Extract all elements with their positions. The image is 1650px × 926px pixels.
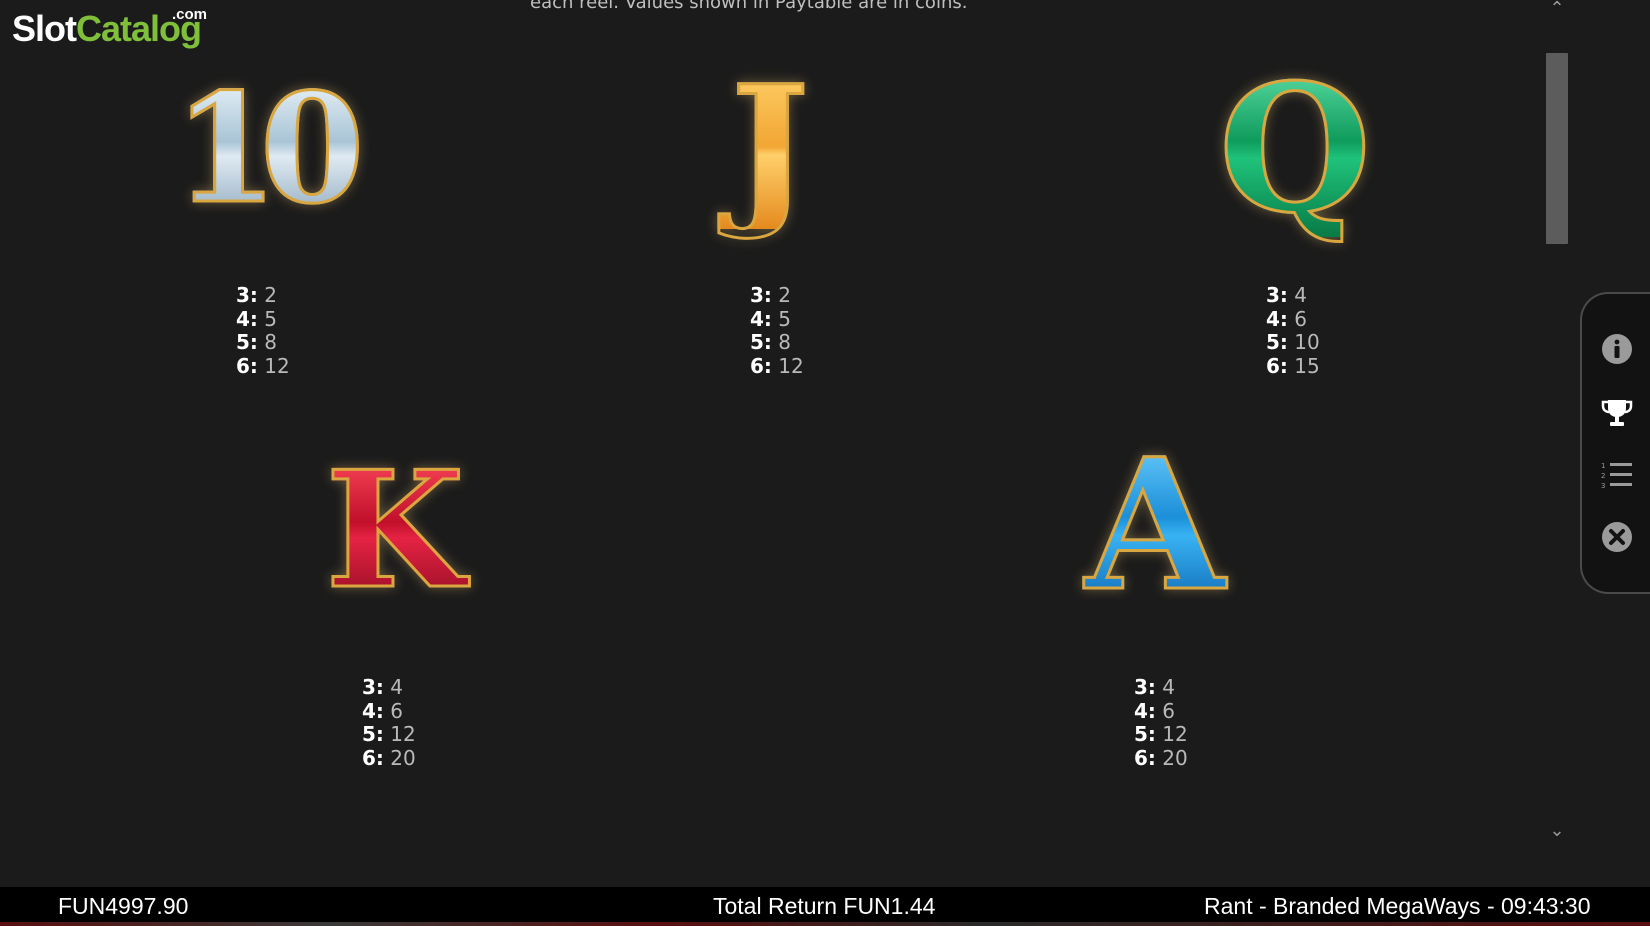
pay-value: 4 [1162, 675, 1176, 699]
paytable-intro-text: each reel. Values shown in Paytable are … [530, 0, 968, 13]
paytable-a: 3: 4 4: 6 5: 12 6: 20 [1134, 675, 1188, 771]
svg-text:1: 1 [1601, 462, 1605, 470]
info-icon [1602, 334, 1632, 364]
pay-value: 8 [778, 330, 792, 354]
pay-row: 6: 15 [1266, 353, 1320, 379]
pay-row: 3: 2 [750, 283, 804, 308]
numbered-list-icon: 1 2 3 [1601, 462, 1632, 490]
info-button[interactable] [1600, 332, 1634, 366]
paytable-list-button[interactable]: 1 2 3 [1600, 458, 1634, 492]
pay-row: 5: 12 [1134, 722, 1188, 747]
pay-count: 5: [362, 722, 384, 746]
pay-value: 12 [1162, 722, 1188, 746]
paytable-10: 3: 2 4: 5 5: 8 6: 12 [236, 283, 290, 379]
slotcatalog-logo: SlotCatalog .com [12, 6, 207, 50]
trophy-button[interactable] [1600, 396, 1634, 430]
symbol-k: K [305, 449, 485, 612]
pay-row: 5: 10 [1266, 330, 1320, 355]
pay-value: 6 [1162, 698, 1176, 723]
scroll-up-arrow-icon[interactable]: ⌃ [1548, 0, 1566, 19]
pay-count: 4: [362, 698, 384, 723]
pay-count: 3: [362, 675, 384, 699]
pay-count: 4: [750, 306, 772, 331]
pay-row: 5: 12 [362, 722, 416, 747]
close-icon [1602, 522, 1632, 552]
pay-row: 6: 12 [750, 353, 804, 379]
pay-value: 15 [1294, 353, 1320, 378]
close-button[interactable] [1600, 520, 1634, 554]
symbol-q: Q [1200, 61, 1390, 239]
pay-value: 5 [264, 306, 278, 331]
pay-row: 6: 20 [362, 745, 416, 771]
pay-row: 4: 5 [236, 306, 290, 332]
status-bar: FUN4997.90 Total Return FUN1.44 Rant - B… [0, 887, 1650, 926]
bottom-edge-strip [0, 922, 1650, 926]
scroll-down-arrow-icon[interactable]: ⌄ [1548, 820, 1566, 841]
pay-value: 6 [1294, 306, 1308, 331]
pay-value: 6 [390, 698, 404, 723]
game-info-clock: Rant - Branded MegaWays - 09:43:30 [1204, 893, 1591, 919]
pay-count: 5: [236, 330, 258, 354]
pay-row: 5: 8 [236, 330, 290, 355]
symbol-10: 10 [150, 73, 370, 226]
pay-row: 4: 5 [750, 306, 804, 332]
pay-row: 6: 12 [236, 353, 290, 379]
pay-count: 3: [1266, 283, 1288, 307]
scrollbar-thumb[interactable] [1546, 53, 1568, 244]
paytable-k: 3: 4 4: 6 5: 12 6: 20 [362, 675, 416, 771]
pay-count: 6: [1266, 353, 1288, 378]
side-menu-panel: 1 2 3 [1580, 292, 1650, 594]
pay-value: 2 [264, 283, 278, 307]
pay-row: 4: 6 [1266, 306, 1320, 332]
pay-row: 3: 2 [236, 283, 290, 308]
pay-count: 4: [236, 306, 258, 331]
pay-value: 20 [390, 745, 416, 770]
pay-value: 20 [1162, 745, 1188, 770]
pay-value: 12 [264, 353, 290, 378]
pay-count: 6: [1134, 745, 1156, 770]
trophy-icon [1601, 400, 1633, 426]
pay-count: 5: [750, 330, 772, 354]
pay-value: 12 [390, 722, 416, 746]
pay-count: 5: [1266, 330, 1288, 354]
pay-row: 3: 4 [362, 675, 416, 700]
paytable-j: 3: 2 4: 5 5: 8 6: 12 [750, 283, 804, 379]
pay-count: 3: [236, 283, 258, 307]
paytable-screen: SlotCatalog .com each reel. Values shown… [0, 0, 1650, 926]
paytable-q: 3: 4 4: 6 5: 10 6: 15 [1266, 283, 1320, 379]
pay-count: 5: [1134, 722, 1156, 746]
pay-value: 10 [1294, 330, 1320, 354]
pay-count: 6: [236, 353, 258, 378]
pay-row: 3: 4 [1134, 675, 1188, 700]
svg-text:2: 2 [1601, 472, 1605, 480]
logo-slot-text: Slot [12, 8, 77, 49]
pay-value: 4 [1294, 283, 1308, 307]
pay-count: 4: [1266, 306, 1288, 331]
symbol-j: J [710, 62, 830, 230]
pay-row: 6: 20 [1134, 745, 1188, 771]
pay-row: 4: 6 [362, 698, 416, 724]
pay-value: 8 [264, 330, 278, 354]
pay-count: 4: [1134, 698, 1156, 723]
pay-row: 4: 6 [1134, 698, 1188, 724]
pay-value: 2 [778, 283, 792, 307]
pay-count: 3: [750, 283, 772, 307]
pay-value: 4 [390, 675, 404, 699]
pay-value: 12 [778, 353, 804, 378]
svg-text:3: 3 [1601, 482, 1605, 490]
pay-value: 5 [778, 306, 792, 331]
pay-row: 3: 4 [1266, 283, 1320, 308]
pay-row: 5: 8 [750, 330, 804, 355]
pay-count: 6: [750, 353, 772, 378]
symbol-a: A [1060, 434, 1250, 617]
total-return-display: Total Return FUN1.44 [713, 893, 936, 919]
pay-count: 3: [1134, 675, 1156, 699]
logo-com-text: .com [172, 6, 208, 23]
balance-display: FUN4997.90 [58, 893, 189, 919]
pay-count: 6: [362, 745, 384, 770]
